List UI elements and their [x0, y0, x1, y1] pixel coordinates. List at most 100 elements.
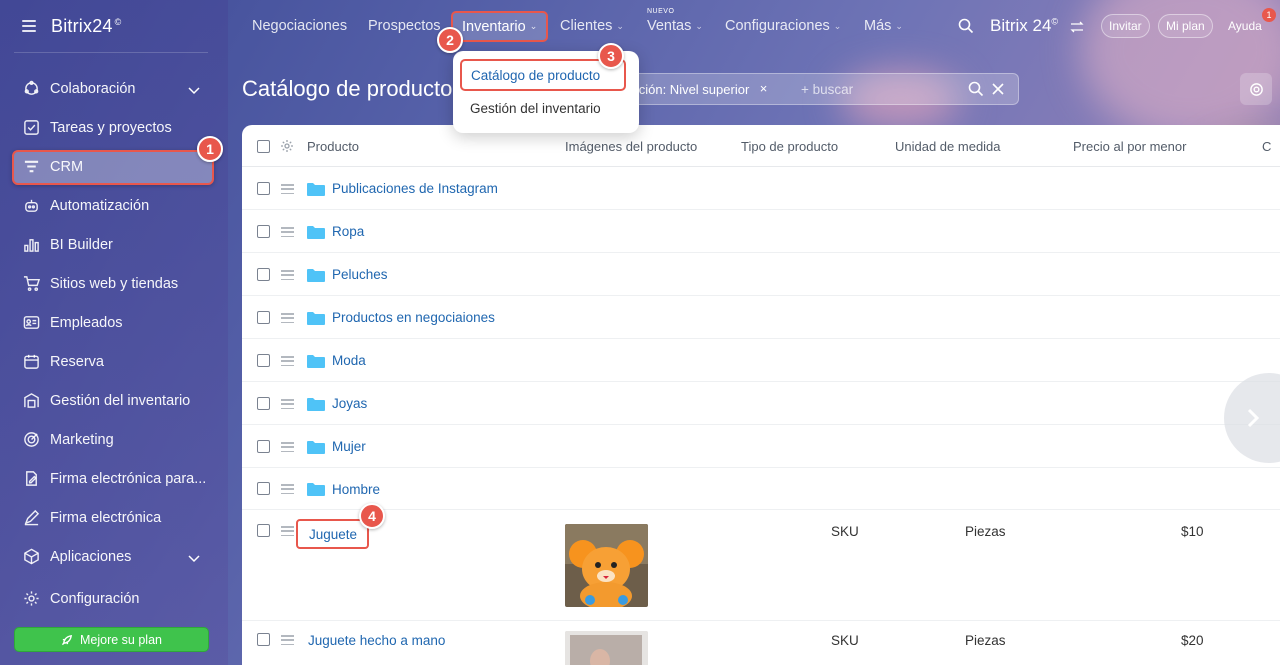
chevron-down-icon[interactable] — [188, 551, 200, 567]
filter-search-bar[interactable]: ección: Nivel superior × + buscar — [620, 73, 1019, 105]
table-row[interactable]: Productos en negociaiones — [242, 296, 1280, 339]
sidebar-item-label: Configuración — [50, 590, 140, 607]
table-row[interactable]: Juguete hecho a mano SKU Piezas $20 — [242, 621, 1280, 665]
table-row[interactable]: Ropa — [242, 210, 1280, 253]
sidebar-item-sitios-web[interactable]: Sitios web y tiendas — [0, 264, 228, 303]
row-checkbox[interactable] — [257, 225, 270, 238]
sidebar-item-gestion-inventario[interactable]: Gestión del inventario — [0, 381, 228, 420]
sidebar-item-marketing[interactable]: Marketing — [0, 420, 228, 459]
row-checkbox[interactable] — [257, 354, 270, 367]
drag-handle-icon[interactable] — [281, 356, 294, 366]
product-image[interactable] — [565, 524, 648, 607]
my-plan-button[interactable]: Mi plan — [1158, 14, 1213, 38]
product-link[interactable]: Juguete hecho a mano — [308, 633, 445, 648]
drag-handle-icon[interactable] — [281, 635, 294, 645]
product-image[interactable] — [565, 631, 648, 665]
collaboration-icon — [22, 80, 40, 98]
folder-icon — [307, 483, 325, 496]
column-header[interactable]: Imágenes del producto — [565, 139, 697, 154]
row-checkbox[interactable] — [257, 440, 270, 453]
sidebar-item-reserva[interactable]: Reserva — [0, 342, 228, 381]
sidebar-divider — [14, 52, 208, 53]
nav-mas[interactable]: Más ⌄ — [864, 0, 903, 52]
settings-button[interactable] — [1240, 73, 1272, 105]
nav-inventario[interactable]: Inventario ⌄ — [451, 11, 549, 42]
row-checkbox[interactable] — [257, 268, 270, 281]
sidebar-item-colaboracion[interactable]: Colaboración — [0, 69, 228, 108]
table-row[interactable]: Publicaciones de Instagram — [242, 167, 1280, 210]
row-checkbox[interactable] — [257, 311, 270, 324]
folder-link[interactable]: Mujer — [332, 439, 366, 454]
sidebar-item-tareas[interactable]: Tareas y proyectos — [0, 108, 228, 147]
clear-icon[interactable] — [990, 81, 1006, 97]
table-row[interactable]: Hombre — [242, 468, 1280, 510]
sidebar-item-crm[interactable]: CRM — [0, 147, 228, 186]
chevron-down-icon[interactable] — [188, 83, 200, 99]
column-header[interactable]: Unidad de medida — [895, 139, 1001, 154]
sidebar-item-empleados[interactable]: Empleados — [0, 303, 228, 342]
close-icon[interactable]: × — [760, 81, 768, 96]
drag-handle-icon[interactable] — [281, 399, 294, 409]
table-row[interactable]: Mujer — [242, 425, 1280, 468]
pen-icon — [22, 509, 40, 527]
drag-handle-icon[interactable] — [281, 526, 294, 536]
column-header[interactable]: Producto — [307, 139, 359, 154]
gear-icon[interactable] — [280, 139, 294, 158]
folder-link[interactable]: Moda — [332, 353, 366, 368]
brand-logo[interactable]: Bitrix 24© — [990, 16, 1058, 36]
sidebar-logo[interactable]: Bitrix24 © — [51, 16, 121, 37]
search-icon[interactable] — [958, 18, 974, 39]
row-checkbox[interactable] — [257, 633, 270, 646]
column-header[interactable]: C — [1262, 139, 1271, 154]
folder-icon — [307, 441, 325, 454]
search-input[interactable]: + buscar — [801, 82, 853, 97]
product-link-highlight[interactable]: Juguete — [296, 519, 370, 549]
column-header[interactable]: Tipo de producto — [741, 139, 838, 154]
search-icon[interactable] — [968, 81, 984, 97]
nav-prospectos[interactable]: Prospectos — [368, 0, 441, 52]
row-checkbox[interactable] — [257, 482, 270, 495]
table-row[interactable]: Peluches — [242, 253, 1280, 296]
row-checkbox[interactable] — [257, 397, 270, 410]
nav-ventas[interactable]: NUEVO Ventas ⌄ — [647, 0, 703, 52]
drag-handle-icon[interactable] — [281, 313, 294, 323]
sidebar-item-configuracion[interactable]: Configuración — [0, 579, 228, 618]
swap-icon[interactable] — [1070, 20, 1084, 38]
drag-handle-icon[interactable] — [281, 442, 294, 452]
gear-icon — [22, 590, 40, 608]
folder-link[interactable]: Joyas — [332, 396, 367, 411]
drag-handle-icon[interactable] — [281, 270, 294, 280]
chevron-down-icon: ⌄ — [895, 20, 903, 31]
folder-link[interactable]: Ropa — [332, 224, 364, 239]
folder-link[interactable]: Productos en negociaiones — [332, 310, 495, 325]
sidebar-item-automatizacion[interactable]: Automatización — [0, 186, 228, 225]
folder-link[interactable]: Hombre — [332, 482, 380, 497]
folder-link[interactable]: Publicaciones de Instagram — [332, 181, 498, 196]
table-row[interactable]: Juguete SKU Piezas $10 — [242, 510, 1280, 621]
column-header[interactable]: Precio al por menor — [1073, 139, 1186, 154]
sidebar-item-firma-electronica-para[interactable]: Firma electrónica para... — [0, 459, 228, 498]
invite-button[interactable]: Invitar — [1101, 14, 1150, 38]
folder-icon — [307, 226, 325, 239]
product-link[interactable]: Juguete — [309, 527, 357, 542]
drag-handle-icon[interactable] — [281, 484, 294, 494]
row-checkbox[interactable] — [257, 182, 270, 195]
menu-item-gestion-inventario[interactable]: Gestión del inventario — [453, 92, 639, 124]
row-checkbox[interactable] — [257, 524, 270, 537]
sidebar-item-bi-builder[interactable]: BI Builder — [0, 225, 228, 264]
drag-handle-icon[interactable] — [281, 184, 294, 194]
menu-icon[interactable] — [22, 20, 36, 32]
drag-handle-icon[interactable] — [281, 227, 294, 237]
nav-negociaciones[interactable]: Negociaciones — [252, 0, 347, 52]
nav-configuraciones[interactable]: Configuraciones ⌄ — [725, 0, 841, 52]
upgrade-plan-button[interactable]: Mejore su plan — [14, 627, 209, 652]
sidebar-item-label: Firma electrónica — [50, 509, 162, 526]
select-all-checkbox[interactable] — [257, 140, 270, 153]
table-row[interactable]: Joyas — [242, 382, 1280, 425]
sidebar-item-firma-electronica[interactable]: Firma electrónica — [0, 498, 228, 537]
filter-tag[interactable]: ección: Nivel superior × — [625, 77, 775, 101]
folder-link[interactable]: Peluches — [332, 267, 388, 282]
sidebar-item-aplicaciones[interactable]: Aplicaciones — [0, 537, 228, 576]
table-row[interactable]: Moda — [242, 339, 1280, 382]
sidebar-item-label: Sitios web y tiendas — [50, 275, 179, 292]
